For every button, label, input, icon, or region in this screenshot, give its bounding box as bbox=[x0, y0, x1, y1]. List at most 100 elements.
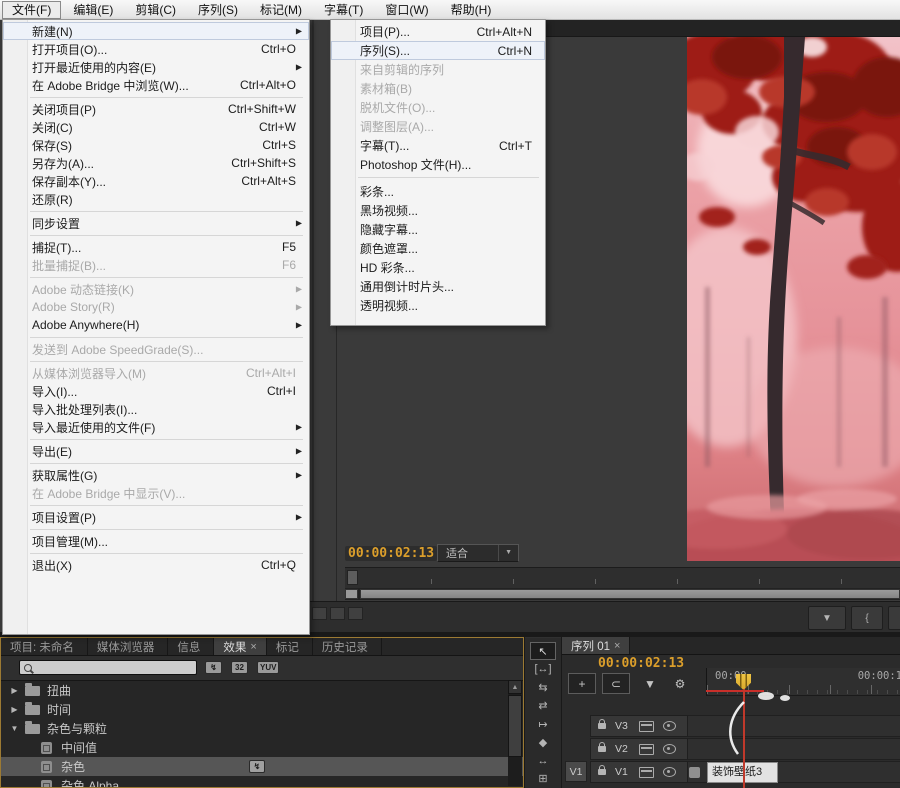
track-output-icon[interactable] bbox=[663, 767, 676, 777]
menu-item[interactable]: 捕捉(T)... F5 bbox=[3, 238, 309, 256]
menubar-item[interactable]: 帮助(H) bbox=[441, 1, 502, 19]
track-select-tool[interactable]: [↔] bbox=[530, 660, 556, 678]
menubar-item[interactable]: 文件(F) bbox=[2, 1, 61, 19]
zoom-level-select[interactable]: 适合 ▼ bbox=[437, 544, 519, 562]
panel-tab[interactable]: 媒体浏览器 bbox=[88, 638, 169, 655]
menu-item[interactable]: 批量捕捉(B)... F6 bbox=[3, 256, 309, 274]
track-settings-icon[interactable] bbox=[639, 721, 654, 732]
track-output-icon[interactable] bbox=[663, 721, 676, 731]
menu-item[interactable]: 黑场视频... bbox=[331, 201, 545, 220]
track-settings-icon[interactable] bbox=[639, 744, 654, 755]
menu-item[interactable]: 在 Adobe Bridge 中显示(V)... bbox=[3, 484, 309, 502]
monitor-scrollbar[interactable] bbox=[345, 588, 900, 600]
menu-item[interactable]: 导入(I)... Ctrl+I bbox=[3, 382, 309, 400]
monitor-time-ruler[interactable] bbox=[345, 567, 900, 588]
lock-icon[interactable] bbox=[598, 769, 606, 775]
menu-item[interactable]: 脱机文件(O)... bbox=[331, 98, 545, 117]
snap-button[interactable]: ⊂ bbox=[602, 673, 630, 694]
expand-caret-icon[interactable]: ▶ bbox=[8, 705, 21, 714]
menu-item[interactable]: 关闭(C) Ctrl+W bbox=[3, 118, 309, 136]
effects-scrollbar[interactable]: ▲ bbox=[508, 680, 522, 786]
menu-item[interactable]: HD 彩条... bbox=[331, 258, 545, 277]
menu-item[interactable]: 导入批处理列表(I)... bbox=[3, 400, 309, 418]
panel-tab[interactable]: 效果 × bbox=[214, 638, 266, 655]
effects-tree-row[interactable]: 中间值 bbox=[1, 738, 523, 757]
menu-item[interactable]: Adobe Anywhere(H) ▶ bbox=[3, 316, 309, 334]
track-content[interactable]: 装饰壁纸3 bbox=[688, 761, 900, 783]
track-content[interactable] bbox=[688, 715, 900, 737]
menu-item[interactable]: 调整图层(A)... bbox=[331, 117, 545, 136]
menu-item[interactable]: 导入最近使用的文件(F) ▶ bbox=[3, 418, 309, 436]
track-content[interactable] bbox=[688, 738, 900, 760]
menu-item[interactable]: 从媒体浏览器导入(M) Ctrl+Alt+I bbox=[3, 364, 309, 382]
program-timecode[interactable]: 00:00:02:13 bbox=[345, 546, 437, 561]
track-output-icon[interactable] bbox=[663, 744, 676, 754]
menubar-item[interactable]: 窗口(W) bbox=[375, 1, 438, 19]
panel-tab[interactable]: 信息 bbox=[168, 638, 214, 655]
menubar-item[interactable]: 编辑(E) bbox=[63, 1, 123, 19]
close-icon[interactable]: × bbox=[614, 640, 620, 652]
effects-tree-row[interactable]: ▶ 扭曲 bbox=[1, 681, 523, 700]
timeline-settings-button[interactable]: ⚙ bbox=[666, 673, 694, 694]
transport-button-clipped[interactable] bbox=[888, 606, 900, 630]
menu-item[interactable]: 透明视频... bbox=[331, 296, 545, 315]
32bit-badge[interactable]: 32 bbox=[231, 661, 248, 674]
menu-item[interactable]: 发送到 Adobe SpeedGrade(S)... bbox=[3, 340, 309, 358]
menubar-item[interactable]: 序列(S) bbox=[188, 1, 248, 19]
effects-search-box[interactable] bbox=[19, 660, 197, 675]
menu-item[interactable]: 新建(N) ▶ bbox=[3, 22, 309, 40]
menu-item[interactable]: Adobe Story(R) ▶ bbox=[3, 298, 309, 316]
menu-item[interactable]: 项目管理(M)... bbox=[3, 532, 309, 550]
track-settings-icon[interactable] bbox=[639, 767, 654, 778]
slide-tool[interactable]: ⊞ bbox=[530, 770, 556, 788]
menu-item[interactable]: 打开最近使用的内容(E) ▶ bbox=[3, 58, 309, 76]
work-area-bar[interactable] bbox=[706, 690, 764, 692]
menu-item[interactable]: 关闭项目(P) Ctrl+Shift+W bbox=[3, 100, 309, 118]
insert-overwrite-button[interactable]: + bbox=[568, 673, 596, 694]
search-input[interactable] bbox=[32, 662, 196, 673]
panel-tab[interactable]: 历史记录 bbox=[313, 638, 382, 655]
scrollbar-thumb[interactable] bbox=[360, 589, 900, 599]
menu-item[interactable]: 导出(E) ▶ bbox=[3, 442, 309, 460]
menu-item[interactable]: Photoshop 文件(H)... bbox=[331, 155, 545, 174]
menu-item[interactable]: 字幕(T)... Ctrl+T bbox=[331, 136, 545, 155]
menu-item[interactable]: 序列(S)... Ctrl+N bbox=[331, 41, 545, 60]
menu-item[interactable]: 获取属性(G) ▶ bbox=[3, 466, 309, 484]
menu-item[interactable]: 隐藏字幕... bbox=[331, 220, 545, 239]
timeline-timecode[interactable]: 00:00:02:13 bbox=[598, 656, 684, 671]
close-icon[interactable]: × bbox=[250, 641, 256, 653]
monitor-mini-button[interactable] bbox=[348, 607, 363, 620]
menu-item[interactable]: Adobe 动态链接(K) ▶ bbox=[3, 280, 309, 298]
trim-button[interactable]: { bbox=[851, 606, 883, 630]
panel-tab[interactable]: 标记 bbox=[267, 638, 313, 655]
menu-item[interactable]: 素材箱(B) bbox=[331, 79, 545, 98]
menu-item[interactable]: 保存副本(Y)... Ctrl+Alt+S bbox=[3, 172, 309, 190]
panel-tab[interactable]: 项目: 未命名 bbox=[1, 638, 88, 655]
monitor-mini-button[interactable] bbox=[330, 607, 345, 620]
slip-tool[interactable]: ↔ bbox=[530, 751, 556, 769]
menu-item[interactable]: 打开项目(O)... Ctrl+O bbox=[3, 40, 309, 58]
expand-caret-icon[interactable]: ▼ bbox=[8, 724, 21, 733]
source-track-indicator[interactable]: V1 bbox=[565, 761, 587, 782]
sequence-tab[interactable]: 序列 01 × bbox=[562, 637, 630, 654]
add-marker-button[interactable]: ▼ bbox=[636, 673, 664, 694]
scrollbar-thumb[interactable] bbox=[508, 695, 522, 757]
menu-item[interactable]: 还原(R) bbox=[3, 190, 309, 208]
menu-item[interactable]: 在 Adobe Bridge 中浏览(W)... Ctrl+Alt+O bbox=[3, 76, 309, 94]
menu-item[interactable]: 颜色遮罩... bbox=[331, 239, 545, 258]
menu-item[interactable]: 项目设置(P) ▶ bbox=[3, 508, 309, 526]
menu-item[interactable]: 保存(S) Ctrl+S bbox=[3, 136, 309, 154]
menu-item[interactable]: 彩条... bbox=[331, 182, 545, 201]
accelerated-effects-badge[interactable]: ↯ bbox=[205, 661, 222, 674]
lock-icon[interactable] bbox=[598, 746, 606, 752]
menu-item[interactable]: 通用倒计时片头... bbox=[331, 277, 545, 296]
effects-tree-row[interactable]: ▶ 时间 bbox=[1, 700, 523, 719]
lock-icon[interactable] bbox=[598, 723, 606, 729]
menubar-item[interactable]: 标记(M) bbox=[250, 1, 312, 19]
menu-item[interactable]: 另存为(A)... Ctrl+Shift+S bbox=[3, 154, 309, 172]
menu-item[interactable]: 同步设置 ▶ bbox=[3, 214, 309, 232]
effects-tree-row[interactable]: 杂色 ↯ bbox=[1, 757, 523, 776]
yuv-badge[interactable]: YUV bbox=[257, 661, 279, 674]
rolling-edit-tool[interactable]: ⇄ bbox=[530, 697, 556, 715]
monitor-mini-button[interactable] bbox=[312, 607, 327, 620]
